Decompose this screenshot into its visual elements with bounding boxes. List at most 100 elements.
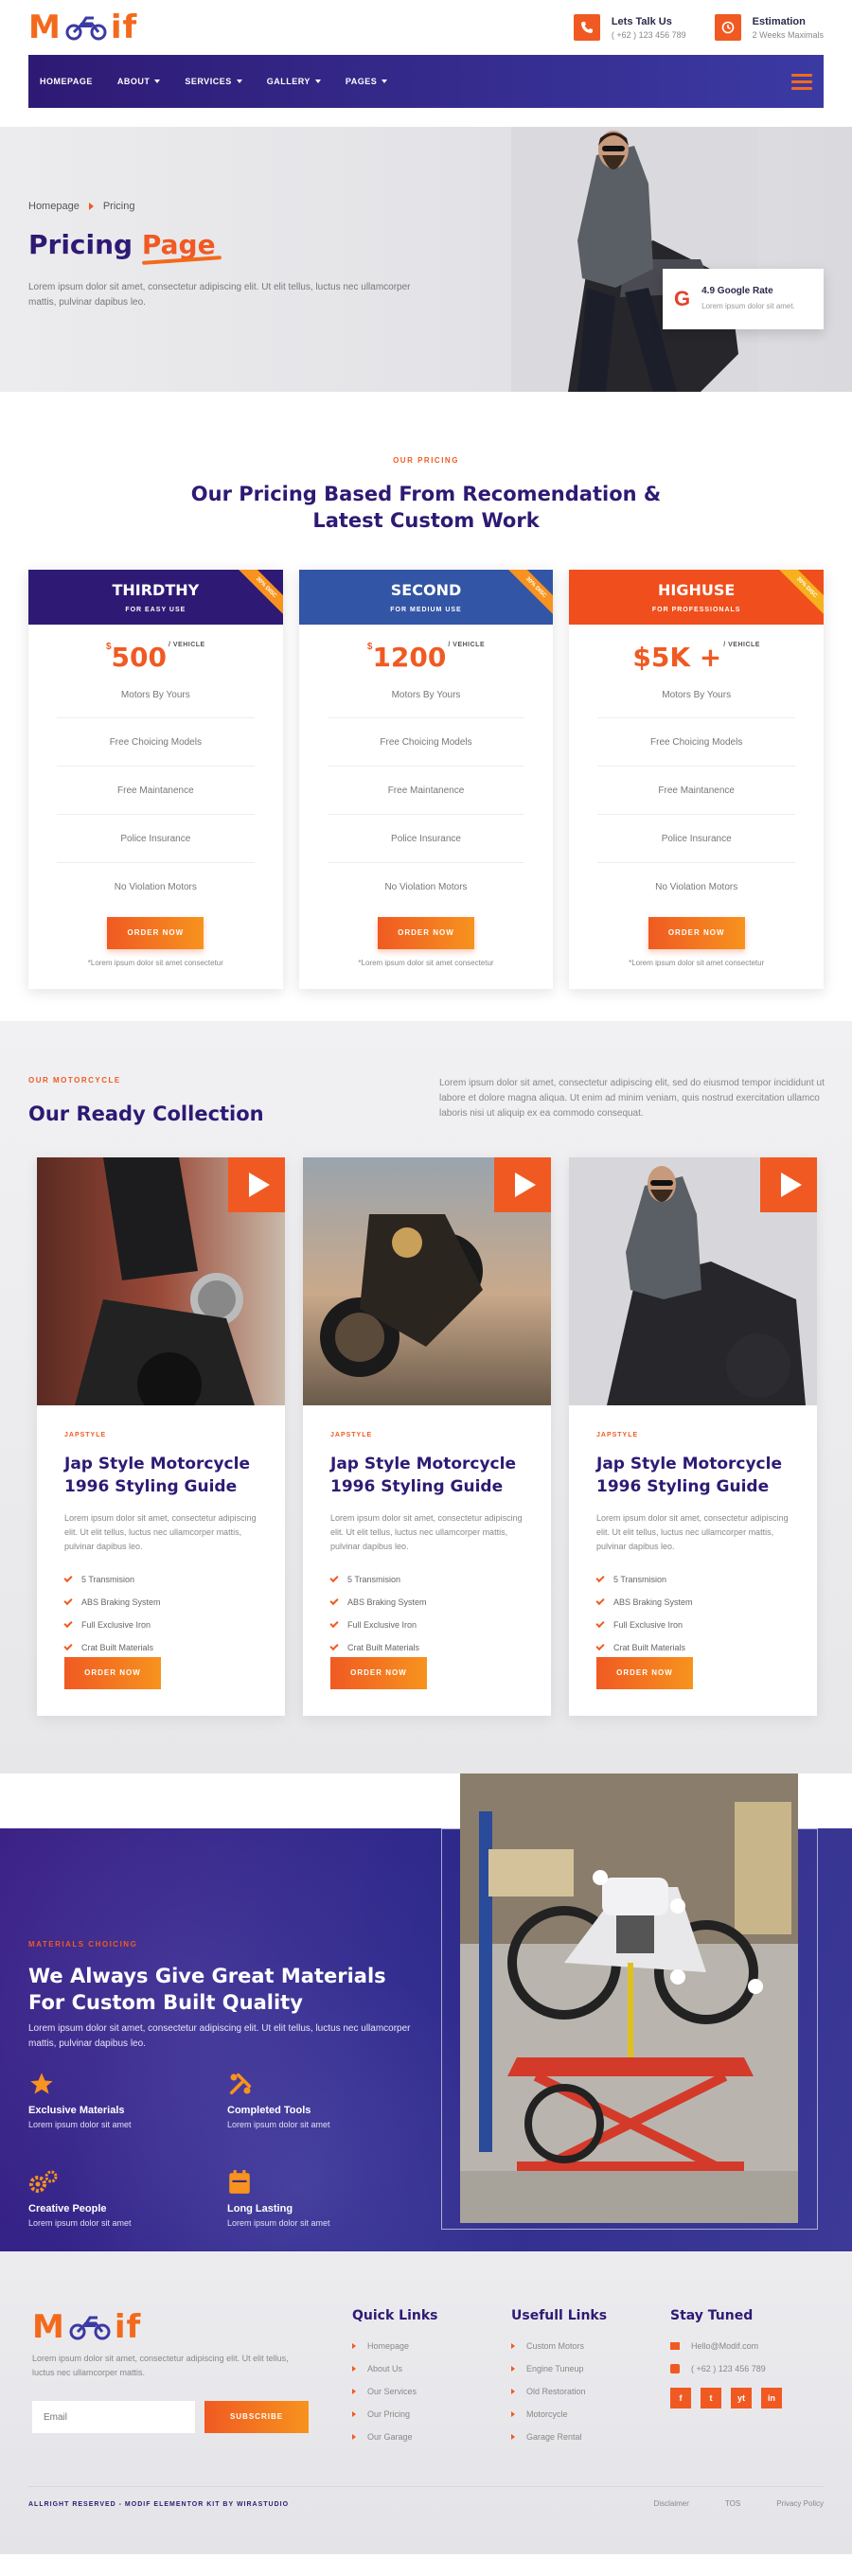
list-item: 5 Transmision: [595, 1568, 693, 1591]
contact-estimation[interactable]: Estimation 2 Weeks Maximals: [714, 14, 824, 41]
list-item: ABS Braking System: [63, 1591, 161, 1614]
disclaimer-link[interactable]: Disclaimer: [654, 2499, 689, 2508]
footer-link[interactable]: Engine Tuneup: [511, 2357, 607, 2380]
nav-item-about[interactable]: ABOUT: [117, 77, 161, 86]
card-description: Lorem ipsum dolor sit amet, consectetur …: [596, 1513, 789, 1551]
arrow-right-icon: [352, 2389, 356, 2394]
card-title[interactable]: Jap Style Motorcycle 1996 Styling Guide: [596, 1453, 795, 1498]
material-feature: Exclusive Materials Lorem ipsum dolor sit…: [28, 2071, 218, 2129]
useful-links: Usefull Links Custom Motors Engine Tuneu…: [511, 2308, 607, 2448]
play-video-button[interactable]: [494, 1157, 551, 1212]
material-feature: Long Lasting Lorem ipsum dolor sit amet: [227, 2169, 417, 2228]
nav-item-pages[interactable]: PAGES: [346, 77, 388, 86]
twitter-icon[interactable]: t: [701, 2388, 721, 2408]
material-feature: Completed Tools Lorem ipsum dolor sit ame…: [227, 2071, 417, 2129]
phone-icon: [670, 2364, 680, 2373]
google-g-icon: G: [674, 287, 691, 310]
list-item: Full Exclusive Iron: [329, 1614, 427, 1636]
rating-subtitle: Lorem ipsum dolor sit amet.: [701, 301, 795, 310]
materials-section: MATERIALS CHOICING We Always Give Great …: [0, 1773, 852, 2251]
plan-price: $1200/ VEHICLE: [366, 642, 486, 673]
card-tag: JAPSTYLE: [64, 1432, 107, 1438]
motorcycle-logo-icon: [69, 2316, 111, 2340]
card-title[interactable]: Jap Style Motorcycle 1996 Styling Guide: [64, 1453, 263, 1498]
calendar-icon: [227, 2169, 417, 2197]
site-footer: M if Lorem ipsum dolor sit amet, consect…: [0, 2251, 852, 2554]
footer-logo[interactable]: M if: [32, 2308, 141, 2346]
section-kicker: OUR MOTORCYCLE: [28, 1076, 121, 1085]
rating-title: 4.9 Google Rate: [701, 285, 773, 296]
subscribe-button[interactable]: SUBSCRIBE: [204, 2401, 309, 2433]
contact-phone[interactable]: Lets Talk Us ( +62 ) 123 456 789: [573, 14, 686, 41]
nav-item-homepage[interactable]: HOMEPAGE: [40, 77, 93, 86]
plan-price: $5K + / VEHICLE: [632, 642, 760, 673]
linkedin-icon[interactable]: in: [761, 2388, 782, 2408]
pricing-section: OUR PRICING Our Pricing Based From Recom…: [0, 392, 852, 1021]
footer-link[interactable]: Our Services: [352, 2380, 437, 2403]
collection-card: JAPSTYLE Jap Style Motorcycle 1996 Styli…: [569, 1157, 817, 1716]
footer-link[interactable]: Motorcycle: [511, 2403, 607, 2426]
order-now-button[interactable]: ORDER NOW: [378, 917, 474, 949]
privacy-policy-link[interactable]: Privacy Policy: [776, 2499, 824, 2508]
section-kicker: OUR PRICING: [393, 456, 459, 465]
footer-link[interactable]: Homepage: [352, 2335, 437, 2357]
card-tag: JAPSTYLE: [330, 1432, 373, 1438]
order-now-button[interactable]: ORDER NOW: [648, 917, 745, 949]
pricing-card-header: SECOND FOR MEDIUM USE 30% DISC: [298, 570, 554, 625]
materials-description: Lorem ipsum dolor sit amet, consectetur …: [28, 2023, 411, 2049]
facebook-icon[interactable]: f: [670, 2388, 691, 2408]
section-kicker: MATERIALS CHOICING: [28, 1940, 138, 1949]
check-icon: [63, 1641, 73, 1651]
logo-letter: M: [28, 9, 62, 46]
logo-letters: if: [110, 9, 138, 46]
footer-link[interactable]: Garage Rental: [511, 2426, 607, 2448]
plan-name: SECOND: [390, 581, 462, 599]
list-item: 5 Transmision: [329, 1568, 427, 1591]
nav-item-services[interactable]: SERVICES: [185, 77, 242, 86]
check-icon: [595, 1641, 605, 1651]
footer-link[interactable]: Old Restoration: [511, 2380, 607, 2403]
footer-link[interactable]: Custom Motors: [511, 2335, 607, 2357]
play-video-button[interactable]: [228, 1157, 285, 1212]
collection-card: JAPSTYLE Jap Style Motorcycle 1996 Styli…: [303, 1157, 551, 1716]
email-input[interactable]: [32, 2401, 195, 2433]
plan-feature: Police Insurance: [597, 815, 796, 863]
card-feature-list: 5 Transmision ABS Braking System Full Ex…: [63, 1568, 161, 1659]
plan-feature: Motors By Yours: [327, 673, 525, 718]
list-item: Crat Built Materials: [329, 1636, 427, 1659]
plan-name: HIGHUSE: [658, 581, 736, 599]
footer-link[interactable]: Our Garage: [352, 2426, 437, 2448]
order-now-button[interactable]: ORDER NOW: [107, 917, 204, 949]
order-now-button[interactable]: ORDER NOW: [596, 1657, 693, 1689]
footer-divider: [28, 2486, 824, 2487]
stay-tuned-title: Stay Tuned: [670, 2308, 754, 2323]
list-item: ABS Braking System: [595, 1591, 693, 1614]
footer-link[interactable]: About Us: [352, 2357, 437, 2380]
youtube-icon[interactable]: yt: [731, 2388, 752, 2408]
nav-item-gallery[interactable]: GALLERY: [267, 77, 321, 86]
card-title[interactable]: Jap Style Motorcycle 1996 Styling Guide: [330, 1453, 529, 1498]
caret-down-icon: [154, 79, 161, 83]
footer-phone[interactable]: ( +62 ) 123 456 789: [670, 2357, 782, 2380]
caret-down-icon: [314, 79, 321, 83]
motorcycle-image: [303, 1157, 551, 1405]
site-logo[interactable]: M if: [28, 9, 137, 46]
phone-icon: [573, 14, 600, 41]
order-now-button[interactable]: ORDER NOW: [330, 1657, 427, 1689]
hamburger-menu-icon[interactable]: [791, 73, 812, 90]
play-video-button[interactable]: [760, 1157, 817, 1212]
footer-link[interactable]: Our Pricing: [352, 2403, 437, 2426]
breadcrumb-home-link[interactable]: Homepage: [28, 201, 80, 212]
check-icon: [329, 1573, 339, 1583]
material-feature: Creative People Lorem ipsum dolor sit ame…: [28, 2169, 218, 2228]
plan-feature: Free Maintanence: [57, 767, 255, 815]
footer-description: Lorem ipsum dolor sit amet, consectetur …: [32, 2354, 289, 2377]
order-now-button[interactable]: ORDER NOW: [64, 1657, 161, 1689]
mail-icon: [670, 2342, 680, 2350]
tos-link[interactable]: TOS: [725, 2499, 740, 2508]
footer-email[interactable]: Hello@Modif.com: [670, 2335, 782, 2357]
arrow-right-icon: [352, 2434, 356, 2440]
list-item: ABS Braking System: [329, 1591, 427, 1614]
contact-title: Estimation: [752, 15, 806, 27]
check-icon: [595, 1596, 605, 1606]
